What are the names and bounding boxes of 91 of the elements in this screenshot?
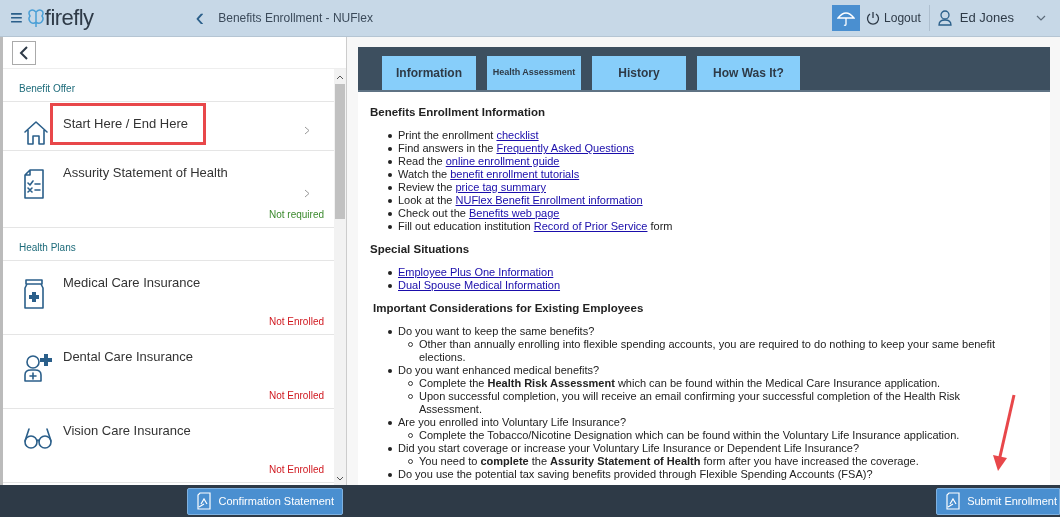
enrollment-status: Not required (268, 208, 324, 222)
house-icon (23, 120, 49, 146)
bullet-icon (388, 369, 392, 373)
enrollment-status: Not Enrolled (268, 315, 324, 329)
list-item: Do you use the potential tax saving benefits provided through Flexible Spending Accounts (FSA)? (398, 468, 873, 481)
bullet-icon (388, 421, 392, 425)
app-logo: firefly (26, 7, 94, 29)
person-plus-icon (23, 353, 53, 383)
scroll-up-icon (336, 73, 344, 81)
list-item: Do you want enhanced medical benefits? (398, 364, 600, 377)
tab[interactable]: History (592, 56, 686, 90)
section-heading: Health Plans (19, 241, 76, 255)
list-item: Look at the NUFlex Benefit Enrollment information (398, 194, 643, 207)
item-title: Dental Care Insurance (63, 348, 194, 366)
menu-button[interactable]: ≡ (10, 7, 23, 29)
section-heading: Benefit Offer (19, 82, 75, 96)
link[interactable]: online enrollment guide (445, 155, 560, 167)
tab[interactable]: Health Assessment (487, 56, 581, 90)
link[interactable]: checklist (496, 129, 539, 141)
bullet-icon (388, 199, 392, 203)
link[interactable]: Benefits web page (468, 207, 560, 219)
section-heading: Benefits Enrollment Information (370, 106, 547, 119)
link[interactable]: price tag summary (455, 181, 546, 193)
caret-icon (1036, 15, 1046, 21)
link[interactable]: Record of Prior Service (533, 220, 648, 232)
enrollment-status: Not Enrolled (268, 389, 324, 403)
back-button[interactable]: ‹ (195, 3, 205, 33)
list-item: You need to complete the Assurity Statement of Health form after you have increased the coverage. (419, 455, 919, 468)
list-item: Other than annually enrolling into flexible spending accounts, you are required to do nothing to keep your same benefit elections. (419, 338, 997, 364)
link[interactable]: Dual Spouse Medical Information (398, 279, 561, 292)
logout-button[interactable]: Logout (866, 5, 930, 31)
enrollment-status: Not Enrolled (268, 463, 324, 477)
list-item: Find answers in the Frequently Asked Questions (398, 142, 634, 155)
bullet-icon (408, 342, 413, 347)
link[interactable]: Frequently Asked Questions (496, 142, 634, 154)
bullet-icon (388, 284, 392, 288)
list-item: Are you enrolled into Voluntary Life Insurance? (398, 416, 627, 429)
bullet-icon (408, 433, 413, 438)
bullet-icon (408, 381, 413, 386)
bullet-icon (388, 447, 392, 451)
item-title: Vision Care Insurance (63, 422, 191, 440)
list-item: Read the online enrollment guide (398, 155, 560, 168)
list-item: Did you start coverage or increase your Voluntary Life Insurance or Dependent Life Insurance? (398, 442, 860, 455)
list-item: Do you want to keep the same benefits? (398, 325, 595, 338)
bullet-icon (408, 459, 413, 464)
firefly-icon (26, 8, 45, 28)
bullet-icon (388, 330, 392, 334)
document-icon (945, 492, 962, 510)
tab[interactable]: Information (382, 56, 476, 90)
list-item: Complete the Health Risk Assessment which can be found within the Medical Care Insurance application. (419, 377, 941, 390)
scroll-down-icon (336, 475, 344, 483)
list-item: Fill out education institution Record of Prior Service form (398, 220, 673, 233)
list-item: Upon successful completion, you will receive an email confirming your successful completion of the Health Risk Assessment. (419, 390, 962, 416)
page-title: Benefits Enrollment - NUFlex (218, 10, 373, 27)
link[interactable]: Employee Plus One Information (398, 266, 554, 279)
benefit-item[interactable]: Start Here / End Here (3, 102, 334, 151)
bullet-icon (388, 225, 392, 229)
item-title: Start Here / End Here (53, 106, 203, 142)
bullet-icon (388, 147, 392, 151)
list-item: Print the enrollment checklist (398, 129, 539, 142)
bullet-icon (388, 473, 392, 477)
item-title: Medical Care Insurance (63, 274, 201, 292)
user-icon (937, 10, 952, 26)
back-icon (19, 45, 29, 60)
bullet-icon (388, 271, 392, 275)
link[interactable]: NUFlex Benefit Enrollment information (455, 194, 643, 206)
link[interactable]: benefit enrollment tutorials (450, 168, 580, 180)
umbrella-icon (837, 9, 856, 27)
list-item: Review the price tag summary (398, 181, 546, 194)
glasses-icon (23, 427, 53, 449)
bullet-icon (388, 134, 392, 138)
section-heading: Important Considerations for Existing Employees (373, 302, 645, 315)
bullet-icon (388, 186, 392, 190)
document-icon (196, 492, 213, 510)
item-title: Assurity Statement of Health (63, 164, 228, 182)
bullet-icon (388, 212, 392, 216)
list-item: Complete the Tobacco/Nicotine Designation which can be found within the Voluntary Life Insurance application. (419, 429, 960, 442)
bullet-icon (408, 394, 413, 399)
collapse-button[interactable] (12, 40, 36, 65)
power-icon (866, 11, 881, 25)
bullet-icon (388, 173, 392, 177)
scrollbar[interactable] (334, 69, 346, 485)
user-menu[interactable]: Ed Jones (937, 8, 1046, 28)
list-item: Watch the benefit enrollment tutorials (398, 168, 580, 181)
bullet-icon (388, 160, 392, 164)
medicine-bottle-icon (23, 279, 45, 309)
umbrella-button[interactable] (832, 5, 861, 31)
list-item: Check out the Benefits web page (398, 207, 560, 220)
tab[interactable]: How Was It? (697, 56, 800, 90)
section-heading: Special Situations (370, 243, 471, 256)
checklist-icon (23, 169, 45, 199)
